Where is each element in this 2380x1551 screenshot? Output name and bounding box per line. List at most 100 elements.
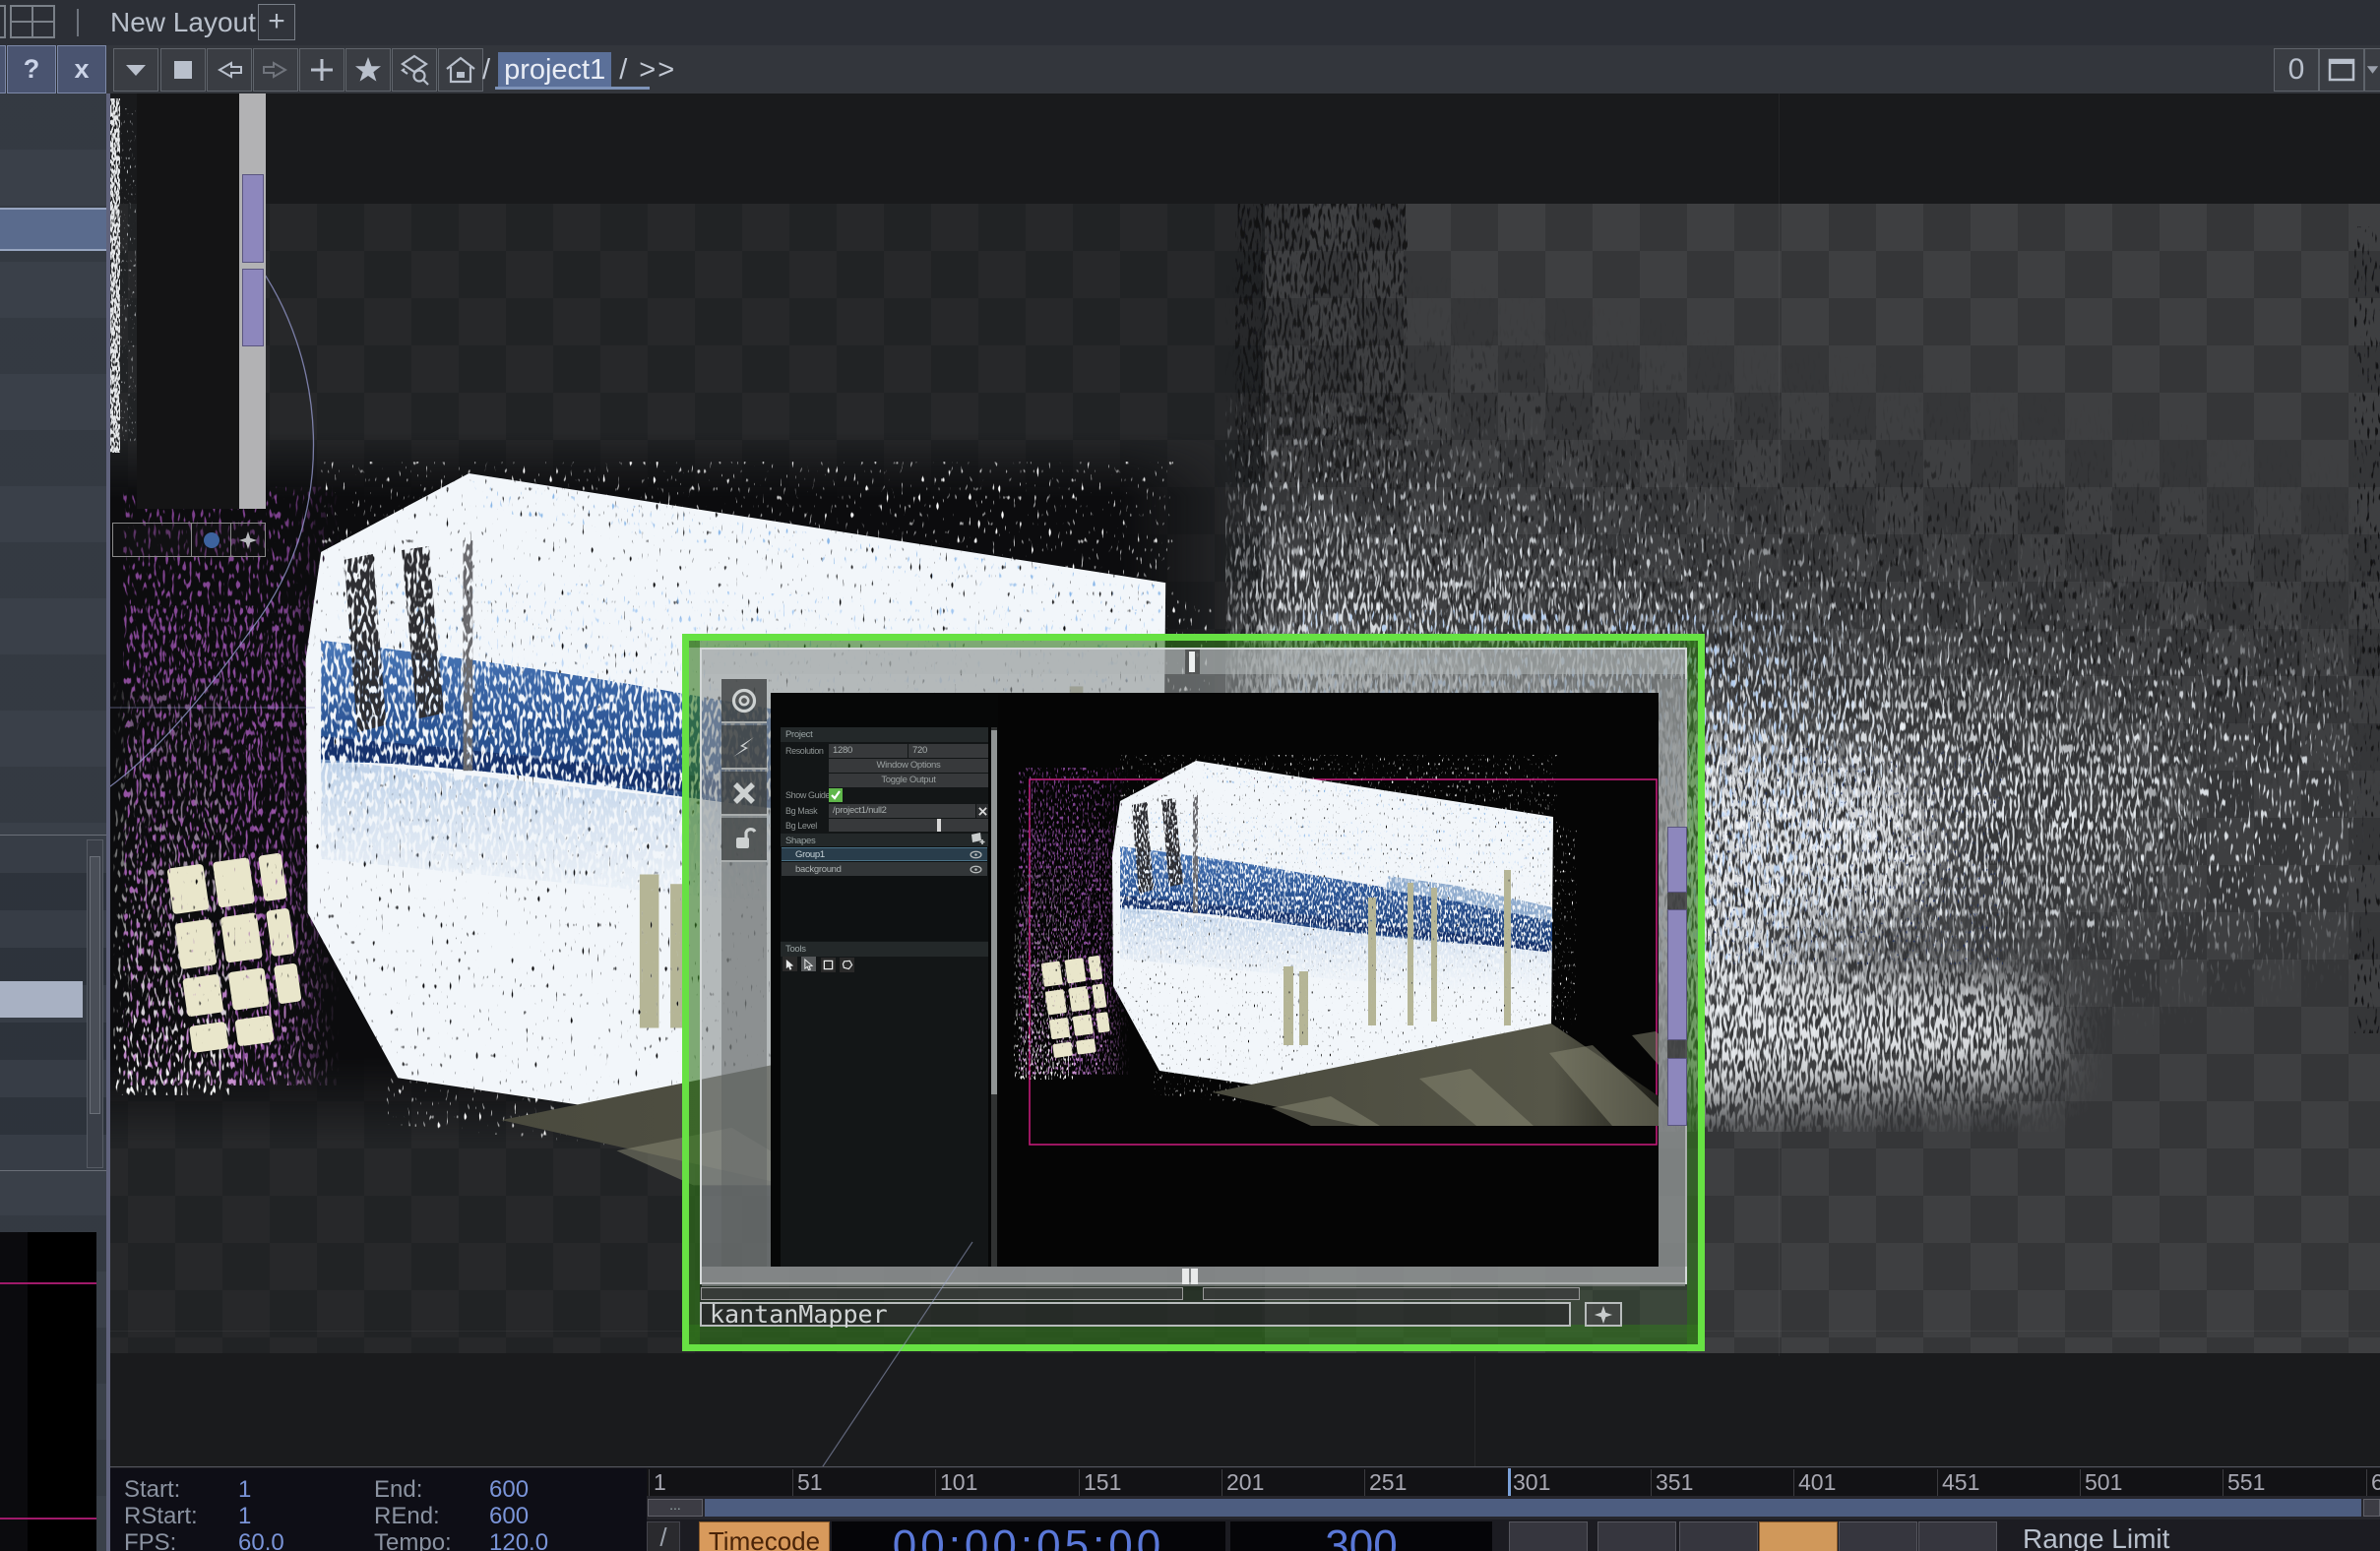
- window-options-button[interactable]: Window Options: [829, 759, 988, 773]
- viewer-left-column: [0, 1232, 28, 1551]
- fps-value[interactable]: 60.0: [238, 1529, 284, 1551]
- node-resize-bar-left[interactable]: [701, 1287, 1183, 1300]
- toolbar-overflow-button[interactable]: [2364, 48, 2380, 92]
- kantan-target-button[interactable]: [721, 679, 767, 723]
- resolution-height-field[interactable]: 720: [908, 744, 988, 758]
- layout-grid-icon[interactable]: [0, 5, 6, 38]
- node-output-connector[interactable]: [1667, 827, 1687, 893]
- transport-play-button[interactable]: [1759, 1521, 1838, 1551]
- node-bypass-flag[interactable]: [192, 524, 231, 556]
- units-button[interactable]: /: [647, 1521, 680, 1551]
- path-root-slash[interactable]: /: [482, 54, 490, 87]
- rend-label: REnd:: [374, 1503, 440, 1530]
- transport-button[interactable]: [1839, 1521, 1917, 1551]
- home-button[interactable]: [438, 48, 483, 92]
- pane-menu-button[interactable]: [113, 48, 158, 92]
- bottombar-notch: [1182, 1269, 1189, 1284]
- stop-button[interactable]: [160, 48, 206, 92]
- shape-list-item[interactable]: background: [782, 862, 987, 876]
- node-output-connector[interactable]: [242, 269, 264, 346]
- range-left-handle[interactable]: ...: [648, 1499, 703, 1517]
- kantan-mapper-node[interactable]: Project Resolution 1280 720 Window Optio…: [682, 634, 1705, 1351]
- kantan-bottombar[interactable]: [702, 1267, 1685, 1286]
- pane-divider[interactable]: [106, 93, 110, 1551]
- back-button[interactable]: [207, 48, 252, 92]
- vertex-tool-button[interactable]: [801, 957, 816, 971]
- node-viewer-body[interactable]: [137, 93, 239, 509]
- rstart-value[interactable]: 1: [238, 1503, 251, 1530]
- sidebar-list-panel: [0, 835, 106, 1171]
- search-palette-button[interactable]: [392, 48, 437, 92]
- checkmark-icon: [830, 789, 842, 801]
- transport-button[interactable]: [1597, 1521, 1676, 1551]
- slider-handle[interactable]: [937, 819, 941, 832]
- start-value[interactable]: 1: [238, 1476, 251, 1504]
- bg-mask-clear-button[interactable]: [976, 804, 988, 818]
- forward-button[interactable]: [253, 48, 298, 92]
- connector-gap: [1667, 893, 1687, 909]
- add-layout-button[interactable]: +: [258, 4, 295, 40]
- rend-value[interactable]: 600: [489, 1503, 529, 1530]
- sidebar-scrollbar[interactable]: [87, 839, 103, 1168]
- resolution-width-field[interactable]: 1280: [829, 744, 908, 758]
- node-star-flag[interactable]: [231, 524, 265, 556]
- layers-search-icon: [398, 53, 431, 87]
- kantan-titlebar[interactable]: [702, 650, 1685, 674]
- sidebar-selected-row[interactable]: [0, 208, 106, 251]
- kantan-zap-button[interactable]: [721, 725, 767, 770]
- zero-children-button[interactable]: 0: [2274, 48, 2319, 92]
- node-resize-bar-right[interactable]: [1203, 1287, 1580, 1300]
- transport-button[interactable]: [1679, 1521, 1758, 1551]
- shape-list-item[interactable]: Group1: [782, 847, 987, 861]
- sidebar-list-selected-row[interactable]: [0, 981, 83, 1018]
- timeline-ruler[interactable]: 1 51 101 151 201 251 301 351 401 451 501…: [647, 1468, 2380, 1496]
- scrollbar-thumb[interactable]: [991, 730, 997, 1094]
- node-name-field[interactable]: kantanMapper: [700, 1302, 1571, 1327]
- range-right-handle[interactable]: [2363, 1499, 2380, 1517]
- range-bar[interactable]: [705, 1499, 2361, 1517]
- path-expand[interactable]: >>: [639, 54, 676, 87]
- bg-mask-field[interactable]: /project1/null2: [829, 804, 975, 818]
- kantan-lock-button[interactable]: [721, 818, 767, 862]
- end-value[interactable]: 600: [489, 1476, 529, 1504]
- top-menu-bar: New Layout +: [0, 0, 2380, 45]
- select-tool-button[interactable]: [783, 957, 797, 971]
- show-guides-label: Show Guides: [785, 790, 834, 800]
- bottombar-notch: [1191, 1269, 1198, 1284]
- timecode-button[interactable]: Timecode: [699, 1521, 830, 1551]
- show-guides-checkbox[interactable]: [829, 788, 843, 802]
- tempo-value[interactable]: 120.0: [489, 1529, 548, 1551]
- help-button[interactable]: ?: [7, 45, 56, 93]
- node-output-connector[interactable]: [1667, 909, 1687, 1040]
- node-output-connector[interactable]: [242, 174, 264, 263]
- bg-level-slider[interactable]: [829, 819, 988, 832]
- add-button[interactable]: [299, 48, 344, 92]
- kantan-canvas[interactable]: [998, 693, 1659, 1267]
- playhead[interactable]: [1508, 1468, 1511, 1496]
- visibility-toggle[interactable]: [964, 850, 987, 859]
- network-editor[interactable]: Project Resolution 1280 720 Window Optio…: [106, 93, 2380, 1466]
- new-layout-label[interactable]: New Layout: [110, 7, 256, 38]
- rectangle-icon: [823, 960, 834, 970]
- pane-extra-button[interactable]: [0, 45, 6, 93]
- transport-button[interactable]: [1509, 1521, 1588, 1551]
- kantan-scrollbar[interactable]: [991, 727, 997, 1267]
- node-star-button[interactable]: [1585, 1302, 1622, 1327]
- node-output-connector[interactable]: [1667, 1058, 1687, 1126]
- bookmark-button[interactable]: [345, 48, 391, 92]
- layout-grid-icon[interactable]: [10, 5, 55, 38]
- ruler-tick: 601: [2366, 1469, 2380, 1496]
- sparkle-icon: [1593, 1304, 1614, 1326]
- scrollbar-thumb[interactable]: [90, 856, 100, 1114]
- toggle-output-button[interactable]: Toggle Output: [829, 774, 988, 787]
- close-pane-button[interactable]: x: [57, 45, 106, 93]
- window-button[interactable]: [2319, 48, 2364, 92]
- kantan-close-button[interactable]: [721, 772, 767, 816]
- transport-button[interactable]: [1918, 1521, 1997, 1551]
- kantan-parameters-panel: Project Resolution 1280 720 Window Optio…: [781, 727, 988, 1267]
- titlebar-handle[interactable]: [1189, 651, 1195, 672]
- rectangle-tool-button[interactable]: [821, 958, 836, 972]
- freeform-tool-button[interactable]: [840, 958, 854, 972]
- visibility-toggle[interactable]: [964, 865, 987, 874]
- path-component[interactable]: project1: [498, 52, 611, 89]
